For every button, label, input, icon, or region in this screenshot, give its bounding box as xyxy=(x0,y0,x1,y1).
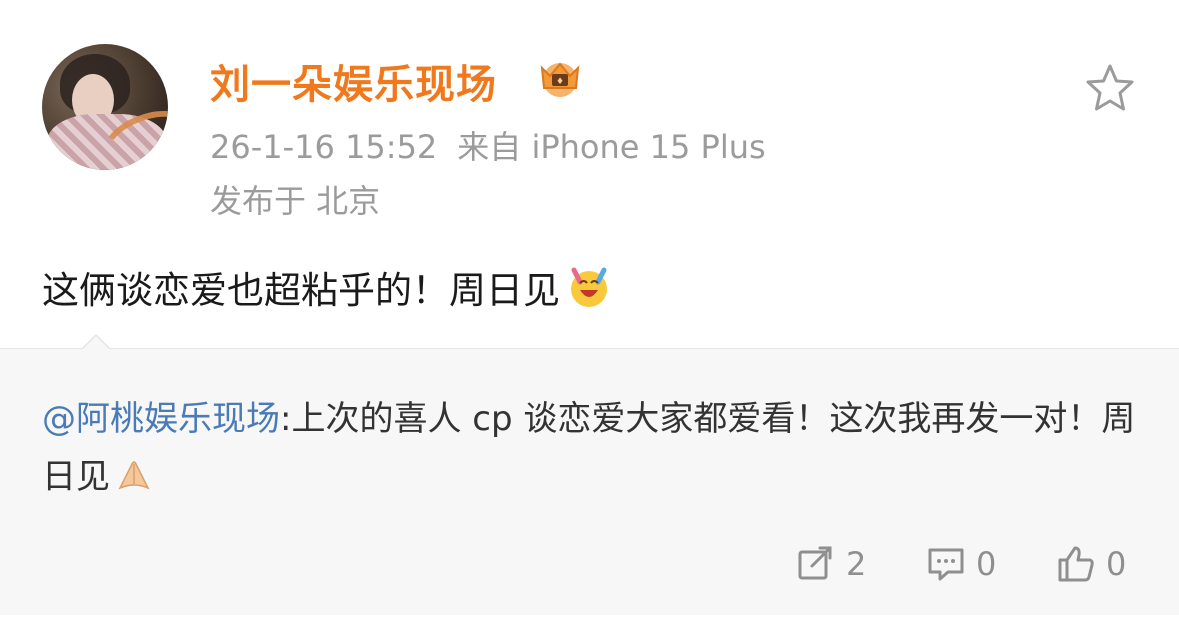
post-content: 这俩谈恋爱也超粘乎的！周日见 xyxy=(42,260,612,314)
svg-text:♦: ♦ xyxy=(556,77,564,87)
repost-button[interactable]: 2 xyxy=(796,544,866,584)
pleading-hands-emoji-icon xyxy=(118,461,150,490)
repost-mention[interactable]: @阿桃娱乐现场 xyxy=(42,399,280,439)
comment-icon xyxy=(928,548,964,581)
repost-count: 2 xyxy=(846,545,867,583)
like-button[interactable]: 0 xyxy=(1056,544,1126,584)
like-count: 0 xyxy=(1106,545,1127,583)
post-timestamp: 26-1-16 15:52 xyxy=(210,128,438,166)
avatar[interactable] xyxy=(42,44,168,170)
laughing-tears-emoji-icon xyxy=(571,267,607,307)
star-icon[interactable] xyxy=(1084,62,1136,114)
repost-pointer-fill xyxy=(82,336,110,350)
post-text: 这俩谈恋爱也超粘乎的！周日见 xyxy=(42,269,560,312)
post-source: 来自 iPhone 15 Plus xyxy=(457,128,766,166)
action-bar: 2 0 0 xyxy=(0,544,1179,588)
post-meta: 26-1-16 15:52 来自 iPhone 15 Plus xyxy=(210,122,766,168)
thumbs-up-icon xyxy=(1058,546,1094,582)
post-location: 发布于 北京 xyxy=(210,182,381,220)
comment-count: 0 xyxy=(976,545,997,583)
repost-icon xyxy=(798,546,832,580)
username[interactable]: 刘一朵娱乐现场 xyxy=(210,52,497,110)
comment-button[interactable]: 0 xyxy=(926,544,996,584)
repost-content: @阿桃娱乐现场:上次的喜人 cp 谈恋爱大家都爱看！这次我再发一对！周日见 xyxy=(42,390,1142,506)
crown-badge-icon[interactable]: ♦ xyxy=(532,58,588,98)
